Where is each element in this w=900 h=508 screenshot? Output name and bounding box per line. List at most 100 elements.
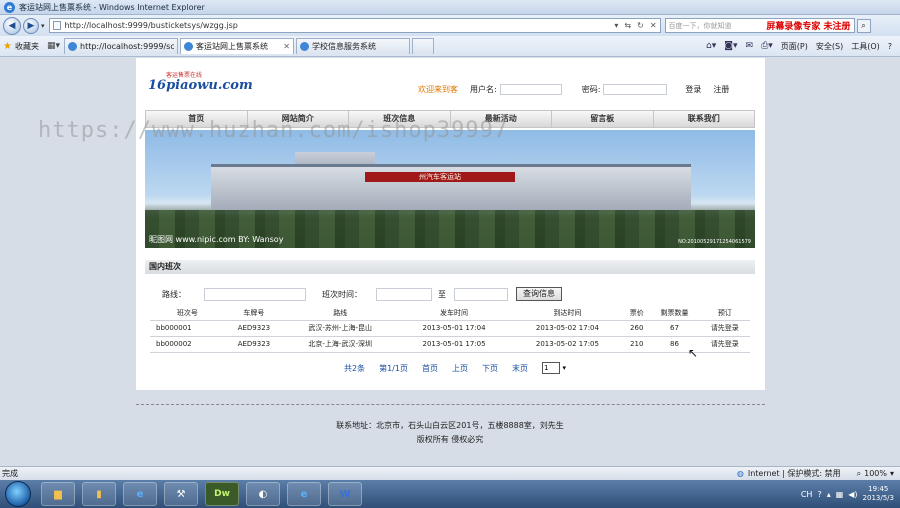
chevron-down-icon: ▾ <box>889 469 894 478</box>
ie-taskbar-icon[interactable]: e <box>123 482 157 506</box>
search-icon[interactable]: ⌕ <box>856 18 871 33</box>
print-icon[interactable]: ⎙▾ <box>761 41 773 51</box>
page-select[interactable]: 1 ▾ <box>541 362 566 374</box>
pager: 共2条 第1/1页 首页 上页 下页 末页 1 ▾ <box>344 362 574 374</box>
logo-text: 16piaowu.com <box>148 78 253 93</box>
schedule-search: 路线： 班次时间： 至 查询信息 <box>162 287 562 301</box>
pager-last[interactable]: 末页 <box>512 363 528 374</box>
network-icon[interactable]: ▦ <box>836 490 844 499</box>
safety-menu[interactable]: 安全(S) <box>816 41 843 52</box>
favorites-button[interactable]: ★ 收藏夹 <box>3 41 39 52</box>
nav-home[interactable]: 首页 <box>146 111 248 127</box>
password-label: 密码: <box>581 85 601 94</box>
dreamweaver-icon[interactable]: Dw <box>205 482 239 506</box>
tab-favicon <box>184 42 193 51</box>
address-row: ◀ ▶ ▾ http://localhost:9999/busticketsys… <box>0 15 900 36</box>
history-dropdown-icon[interactable]: ▾ <box>41 22 45 30</box>
globe-icon: ◍ <box>736 469 744 478</box>
input-method-icon[interactable]: CH <box>801 490 813 499</box>
media-icon[interactable]: ◐ <box>246 482 280 506</box>
tray-arrow-icon[interactable]: ▴ <box>827 490 831 499</box>
page-menu[interactable]: 页面(P) <box>781 41 808 52</box>
cell-book-link[interactable]: 请先登录 <box>699 336 750 353</box>
nav-about[interactable]: 网站简介 <box>248 111 349 127</box>
tab-label: http://localhost:9999/sc... <box>80 42 174 51</box>
table-row: bb000001 AED9323 武汉-苏州-上海-昆山 2013-05-01 … <box>150 320 750 337</box>
help-icon[interactable]: ? <box>817 490 821 499</box>
back-button[interactable]: ◀ <box>3 16 21 35</box>
page-icon <box>52 21 61 30</box>
nav-activities[interactable]: 最新活动 <box>451 111 552 127</box>
route-label: 路线： <box>162 289 186 299</box>
status-bar: 完成 ◍ Internet | 保护模式: 禁用 ⌕ 100% ▾ <box>0 466 900 480</box>
help-menu[interactable]: ? <box>888 42 892 51</box>
tools-app-icon[interactable]: ⚒ <box>164 482 198 506</box>
nav-schedules[interactable]: 班次信息 <box>349 111 451 127</box>
station-sign: 州汽车客运站 <box>365 172 515 182</box>
nav-contact[interactable]: 联系我们 <box>654 111 755 127</box>
footer-copyright: 版权所有 侵权必究 <box>416 435 484 444</box>
ie-icon: e <box>4 1 15 13</box>
ie-window-icon[interactable]: e <box>287 482 321 506</box>
compatibility-icon[interactable]: ⇆ <box>624 21 631 30</box>
tools-menu[interactable]: 工具(O) <box>851 41 880 52</box>
window-titlebar: e 客运站网上售票系统 - Windows Internet Explorer <box>0 0 900 15</box>
nav-messages[interactable]: 留言板 <box>552 111 654 127</box>
start-time-input[interactable] <box>376 287 432 301</box>
pager-first[interactable]: 首页 <box>422 363 438 374</box>
register-link[interactable]: 注册 <box>713 84 729 95</box>
col-plate: 车牌号 <box>224 306 284 321</box>
tab-3[interactable]: 学校信息服务系统 <box>296 38 410 54</box>
cell-book-link[interactable]: 请先登录 <box>699 320 750 337</box>
tab-2[interactable]: 客运站网上售票系统 ✕ <box>180 38 294 54</box>
feeds-icon[interactable]: ◙▾ <box>724 41 737 51</box>
star-icon: ★ <box>3 40 12 52</box>
zoom-control[interactable]: ⌕ 100% ▾ <box>857 469 900 479</box>
col-price: 票价 <box>624 306 650 321</box>
cell-plate: AED9323 <box>224 336 284 353</box>
forward-button[interactable]: ▶ <box>23 17 39 34</box>
login-bar: 欢迎来到客 用户名: 密码: 登录 注册 <box>418 84 741 95</box>
address-dropdown-icon[interactable]: ▾ <box>614 21 618 30</box>
folder-icon[interactable]: ▮ <box>82 482 116 506</box>
end-time-input[interactable] <box>454 287 508 301</box>
pager-next[interactable]: 下页 <box>482 363 498 374</box>
search-box[interactable]: 百度一下，你就知道 屏幕录像专家 未注册 <box>664 18 855 33</box>
new-tab-button[interactable] <box>412 38 434 54</box>
address-bar[interactable]: http://localhost:9999/busticketsys/wzgg.… <box>48 18 661 33</box>
explorer-icon[interactable]: ▆ <box>41 482 75 506</box>
tab-row: ★ 收藏夹 ▦▾ http://localhost:9999/sc... 客运站… <box>0 36 900 57</box>
cell-price: 260 <box>624 320 650 337</box>
search-button[interactable]: 查询信息 <box>516 287 562 301</box>
username-input[interactable] <box>499 84 562 95</box>
page-viewport: 客运售票在线 16piaowu.com 欢迎来到客 用户名: 密码: 登录 注册… <box>0 58 900 466</box>
mail-icon[interactable]: ✉ <box>746 41 754 51</box>
quick-tabs-icon[interactable]: ▦▾ <box>47 41 60 51</box>
security-zone[interactable]: ◍ Internet | 保护模式: 禁用 <box>737 468 857 479</box>
banner-watermark-left: 昵图网 www.nipic.com BY: Wansoy <box>149 235 284 244</box>
home-icon[interactable]: ⌂▾ <box>706 41 716 51</box>
volume-icon[interactable]: ◀) <box>848 490 857 499</box>
word-icon[interactable]: W <box>328 482 362 506</box>
tab-1[interactable]: http://localhost:9999/sc... <box>64 38 178 54</box>
login-link[interactable]: 登录 <box>685 84 701 95</box>
site-logo[interactable]: 客运售票在线 16piaowu.com <box>148 72 253 93</box>
tab-close-icon[interactable]: ✕ <box>283 42 290 51</box>
cell-arrive: 2013-05-02 17:04 <box>510 320 625 337</box>
status-text: 完成 <box>2 469 18 478</box>
cell-depart: 2013-05-01 17:05 <box>397 336 511 353</box>
route-input[interactable] <box>204 287 306 301</box>
table-header-row: 班次号 车牌号 路线 发车时间 到达时间 票价 剩票数量 预订 <box>150 306 750 321</box>
url-text[interactable]: http://localhost:9999/busticketsys/wzgg.… <box>65 21 615 30</box>
page-select-value: 1 <box>543 364 549 372</box>
section-title: 国内班次 <box>145 260 755 274</box>
refresh-icon[interactable]: ↻ <box>637 21 644 30</box>
start-button[interactable] <box>5 481 31 507</box>
pager-prev[interactable]: 上页 <box>452 363 468 374</box>
favorites-label: 收藏夹 <box>14 41 39 51</box>
zoom-icon: ⌕ <box>856 468 862 478</box>
password-input[interactable] <box>603 84 668 95</box>
stop-icon[interactable]: ✕ <box>650 21 657 30</box>
cell-depart: 2013-05-01 17:04 <box>397 320 511 337</box>
clock[interactable]: 19:45 2013/5/3 <box>863 485 894 503</box>
